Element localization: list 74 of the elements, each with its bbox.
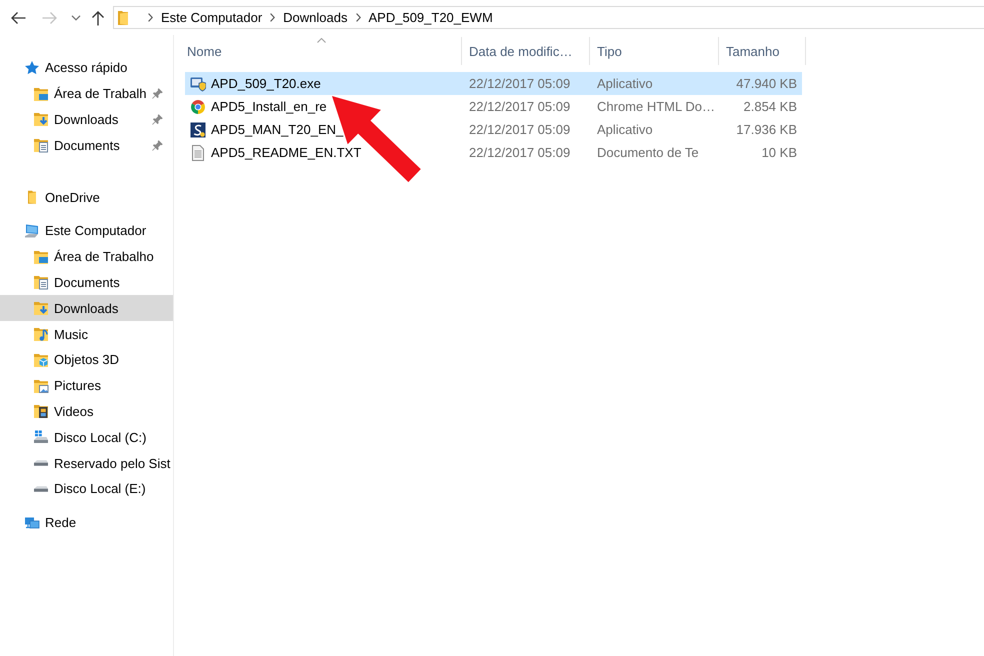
- file-type: Aplicativo: [597, 76, 653, 91]
- modified-date: 22/12/2017 05:09: [469, 145, 570, 160]
- file-row[interactable]: APD5_MAN_T20_EN_ 22/12/2017 05:09 Aplicativo 17.936 KB: [185, 118, 802, 141]
- breadcrumb-item[interactable]: APD_509_T20_EWM: [368, 10, 493, 26]
- file-size: 17.936 KB: [736, 122, 797, 137]
- sidebar-item[interactable]: Este Computador: [0, 218, 173, 244]
- file-name: APD_509_T20.exe: [211, 76, 321, 91]
- documents-folder-icon: [33, 137, 49, 154]
- up-arrow-icon: [91, 10, 105, 26]
- pictures-folder-icon: [33, 378, 49, 394]
- program-shield-icon: [190, 76, 206, 92]
- file-type: Chrome HTML Do…: [597, 99, 715, 114]
- sidebar-item[interactable]: Pictures: [0, 372, 173, 399]
- chevron-right-icon: [356, 13, 360, 22]
- sidebar-item[interactable]: Documents: [0, 132, 173, 158]
- sidebar-item[interactable]: Documents: [0, 270, 173, 296]
- sidebar-item[interactable]: Disco Local (C:): [0, 424, 173, 450]
- desktop-folder-icon: [33, 248, 49, 265]
- address-bar[interactable]: Este Computador Downloads APD_509_T20_EWM: [113, 6, 984, 29]
- modified-date: 22/12/2017 05:09: [469, 76, 570, 91]
- file-type: Aplicativo: [597, 122, 653, 137]
- downloads-folder-icon: [33, 300, 49, 316]
- chevron-right-icon: [148, 13, 153, 22]
- sidebar-item[interactable]: Downloads: [0, 106, 173, 132]
- file-row[interactable]: APD_509_T20.exe 22/12/2017 05:09 Aplicativo 47.940 KB: [185, 72, 802, 95]
- file-name: APD5_README_EN.TXT: [211, 145, 362, 160]
- desktop-folder-icon: [33, 86, 49, 102]
- sidebar-item[interactable]: Downloads: [0, 295, 173, 322]
- column-header[interactable]: Tipo: [590, 37, 719, 65]
- file-size: 2.854 KB: [744, 99, 797, 114]
- modified-date: 22/12/2017 05:09: [469, 99, 570, 114]
- left-arrow-icon: [10, 10, 26, 24]
- sidebar-item[interactable]: Acesso rápido: [0, 55, 173, 81]
- document-icon: [190, 144, 206, 160]
- star-icon: [24, 60, 40, 76]
- downloads-folder-icon: [33, 111, 49, 128]
- sidebar-item[interactable]: OneDrive: [0, 184, 173, 210]
- videos-folder-icon: [33, 403, 49, 420]
- drive-icon: [33, 486, 49, 492]
- folder-icon: [118, 10, 128, 25]
- modified-date: 22/12/2017 05:09: [469, 122, 570, 137]
- file-row[interactable]: APD5_README_EN.TXT 22/12/2017 05:09 Documento de Te 10 KB: [185, 141, 802, 164]
- app-tile-icon: [190, 122, 206, 138]
- file-name: APD5_Install_en_re: [211, 99, 327, 114]
- right-arrow-icon: [42, 10, 58, 24]
- chevron-right-icon: [270, 13, 276, 22]
- cube-folder-icon: [33, 352, 49, 368]
- folder-icon: [28, 190, 36, 204]
- drive-icon: [33, 460, 49, 466]
- sidebar-item[interactable]: Rede: [0, 510, 173, 536]
- breadcrumb-item[interactable]: Este Computador: [161, 10, 262, 26]
- file-row[interactable]: APD5_Install_en_re 22/12/2017 05:09 Chrome HTML Do… 2.854 KB: [185, 95, 802, 118]
- computer-icon: [24, 222, 40, 239]
- round-logo-icon: [190, 98, 206, 114]
- sidebar-item[interactable]: Área de Trabalho: [0, 244, 173, 270]
- sidebar-item[interactable]: Objetos 3D: [0, 346, 173, 373]
- chevron-down-icon: [71, 14, 81, 20]
- sidebar-item[interactable]: Área de Trabalh: [0, 80, 173, 107]
- breadcrumb-item[interactable]: Downloads: [283, 10, 348, 26]
- sidebar-item[interactable]: Disco Local (E:): [0, 476, 173, 502]
- column-header[interactable]: Tamanho: [719, 37, 806, 65]
- file-size: 10 KB: [762, 145, 797, 160]
- system-drive-icon: [33, 429, 49, 446]
- network-icon: [24, 514, 40, 531]
- column-header[interactable]: Data de modific…: [462, 37, 590, 65]
- file-name: APD5_MAN_T20_EN_: [211, 122, 344, 137]
- file-size: 47.940 KB: [736, 76, 797, 91]
- music-folder-icon: [33, 326, 49, 342]
- sidebar-item[interactable]: Reservado pelo Sist: [0, 450, 173, 476]
- file-type: Documento de Te: [597, 145, 699, 160]
- sidebar-item[interactable]: Music: [0, 321, 173, 347]
- sidebar-item[interactable]: Videos: [0, 398, 173, 424]
- documents-folder-icon: [33, 274, 49, 290]
- column-header[interactable]: Nome: [181, 37, 462, 65]
